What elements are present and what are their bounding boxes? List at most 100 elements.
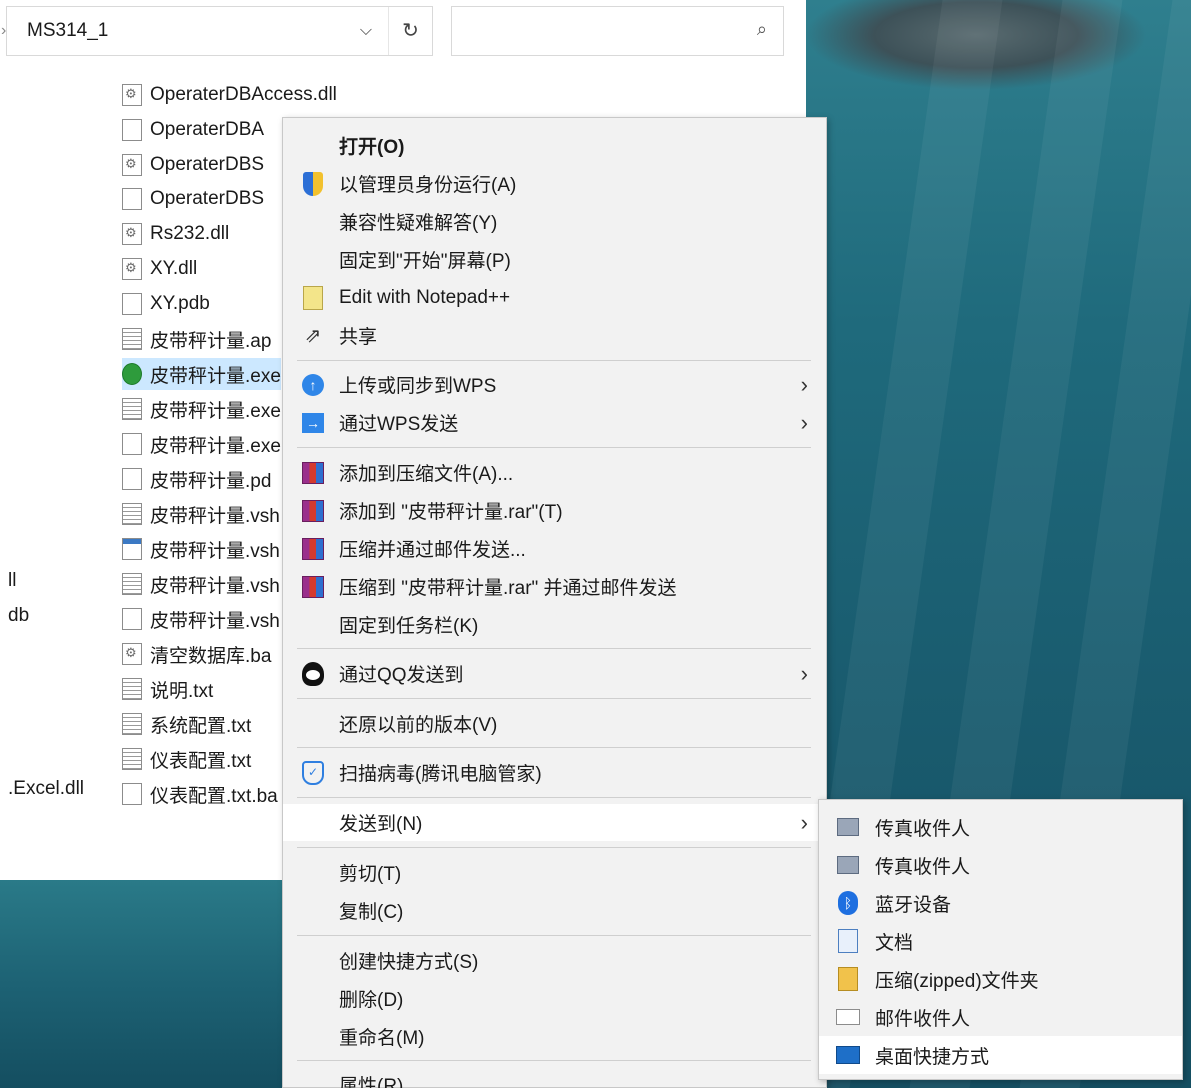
menu-item-copy[interactable]: 复制(C) <box>283 892 826 929</box>
file-name: XY.pdb <box>150 293 210 314</box>
file-item[interactable]: 皮带秤计量.vsh <box>122 603 280 635</box>
file-name: Rs232.dll <box>150 223 230 244</box>
menu-item-compress-mail[interactable]: 压缩并通过邮件发送... <box>283 530 826 567</box>
file-item[interactable]: OperaterDBA <box>122 114 264 146</box>
breadcrumb-separator-icon: › <box>1 22 7 39</box>
menu-separator <box>297 935 811 936</box>
file-item[interactable]: XY.dll <box>122 253 197 285</box>
send-to-mail[interactable]: 邮件收件人 <box>819 998 1182 1036</box>
file-name: 皮带秤计量.exe <box>150 400 281 422</box>
file-item[interactable]: OperaterDBAccess.dll <box>122 79 337 111</box>
file-item[interactable]: 皮带秤计量.vsh <box>122 533 280 565</box>
address-path[interactable]: MS314_1 <box>27 20 344 42</box>
chevron-right-icon: › <box>800 809 808 835</box>
file-item[interactable]: 皮带秤计量.vsh <box>122 568 280 600</box>
file-name: 皮带秤计量.vsh <box>150 505 280 527</box>
file-name-fragment[interactable]: ll <box>8 570 16 592</box>
file-name: 皮带秤计量.vsh <box>150 540 280 562</box>
menu-item-troubleshoot[interactable]: 兼容性疑难解答(Y) <box>283 203 826 240</box>
file-item[interactable]: 皮带秤计量.vsh <box>122 498 280 530</box>
menu-item-restore-versions[interactable]: 还原以前的版本(V) <box>283 705 826 742</box>
menu-item-compress-rar-mail[interactable]: 压缩到 "皮带秤计量.rar" 并通过邮件发送 <box>283 568 826 605</box>
menu-item-properties[interactable]: 属性(R) <box>283 1066 826 1088</box>
send-to-bluetooth[interactable]: ᛒ 蓝牙设备 <box>819 884 1182 922</box>
file-name: OperaterDBS <box>150 188 265 209</box>
file-item[interactable]: Rs232.dll <box>122 218 229 250</box>
menu-item-run-as-admin[interactable]: 以管理员身份运行(A) <box>283 165 826 202</box>
file-name: 清空数据库.ba <box>150 645 272 667</box>
menu-item-delete[interactable]: 删除(D) <box>283 980 826 1017</box>
file-item[interactable]: 仪表配置.txt.ba <box>122 778 278 810</box>
menu-item-label: Edit with Notepad++ <box>339 286 511 308</box>
file-item-selected[interactable]: 皮带秤计量.exe <box>122 358 281 390</box>
file-item[interactable]: 系统配置.txt <box>122 708 251 740</box>
winrar-icon <box>299 459 327 487</box>
file-icon <box>122 433 142 455</box>
menu-item-add-rar[interactable]: 添加到 "皮带秤计量.rar"(T) <box>283 492 826 529</box>
wps-send-icon: → <box>299 409 327 437</box>
file-item[interactable]: XY.pdb <box>122 288 210 320</box>
file-item[interactable]: 皮带秤计量.pd <box>122 463 271 495</box>
file-item[interactable]: 皮带秤计量.exe <box>122 393 281 425</box>
menu-item-pin-start[interactable]: 固定到"开始"屏幕(P) <box>283 241 826 278</box>
file-icon <box>122 293 142 315</box>
fax-icon <box>835 814 861 840</box>
text-file-icon <box>122 573 142 595</box>
text-file-icon <box>122 678 142 700</box>
menu-separator <box>297 847 811 848</box>
menu-item-qq-send[interactable]: 通过QQ发送到 › <box>283 655 826 692</box>
menu-item-wps-send[interactable]: → 通过WPS发送 › <box>283 404 826 441</box>
send-to-zip[interactable]: 压缩(zipped)文件夹 <box>819 960 1182 998</box>
winrar-icon <box>299 573 327 601</box>
address-bar[interactable]: › MS314_1 ⌵ ↻ <box>1 6 433 56</box>
send-to-documents[interactable]: 文档 <box>819 922 1182 960</box>
menu-item-notepad[interactable]: Edit with Notepad++ <box>283 279 826 316</box>
send-to-fax[interactable]: 传真收件人 <box>819 846 1182 884</box>
menu-item-label: 以管理员身份运行(A) <box>339 175 517 196</box>
menu-item-label: 固定到任务栏(K) <box>339 616 479 637</box>
chevron-down-icon[interactable]: ⌵ <box>344 22 388 40</box>
menu-item-cut[interactable]: 剪切(T) <box>283 854 826 891</box>
file-item[interactable]: 清空数据库.ba <box>122 638 271 670</box>
send-to-fax[interactable]: 传真收件人 <box>819 808 1182 846</box>
winrar-icon <box>299 497 327 525</box>
search-icon: ⌕ <box>756 19 767 39</box>
file-icon <box>122 468 142 490</box>
qq-penguin-icon <box>299 660 327 688</box>
menu-item-label: 发送到(N) <box>339 814 423 835</box>
menu-item-add-archive[interactable]: 添加到压缩文件(A)... <box>283 454 826 491</box>
file-item[interactable]: 说明.txt <box>122 673 213 705</box>
menu-item-open[interactable]: 打开(O) <box>283 127 826 164</box>
file-item[interactable]: 皮带秤计量.exe <box>122 428 281 460</box>
context-menu: 打开(O) 以管理员身份运行(A) 兼容性疑难解答(Y) 固定到"开始"屏幕(P… <box>282 117 827 1088</box>
file-name-fragment[interactable]: .Excel.dll <box>8 778 84 800</box>
send-to-desktop[interactable]: 桌面快捷方式 <box>819 1036 1182 1074</box>
menu-item-label: 文档 <box>875 932 914 954</box>
file-name: OperaterDBAccess.dll <box>150 84 337 105</box>
menu-item-rename[interactable]: 重命名(M) <box>283 1018 826 1055</box>
menu-item-pin-taskbar[interactable]: 固定到任务栏(K) <box>283 606 826 643</box>
menu-separator <box>297 797 811 798</box>
file-icon <box>122 119 142 141</box>
refresh-icon[interactable]: ↻ <box>388 7 432 55</box>
file-name-fragment[interactable]: db <box>8 605 29 627</box>
mail-icon <box>835 1004 861 1030</box>
file-icon <box>122 783 142 805</box>
search-input[interactable]: ⌕ <box>451 6 784 56</box>
file-item[interactable]: OperaterDBS <box>122 183 264 215</box>
menu-item-send-to[interactable]: 发送到(N) › <box>283 804 826 841</box>
menu-item-create-shortcut[interactable]: 创建快捷方式(S) <box>283 942 826 979</box>
menu-item-label: 添加到 "皮带秤计量.rar"(T) <box>339 502 563 523</box>
menu-item-share[interactable]: ⇗ 共享 <box>283 317 826 354</box>
file-name: 皮带秤计量.exe <box>150 435 281 457</box>
menu-item-label: 通过QQ发送到 <box>339 665 464 686</box>
menu-item-label: 属性(R) <box>339 1076 404 1088</box>
menu-item-virus-scan[interactable]: ✓ 扫描病毒(腾讯电脑管家) <box>283 754 826 791</box>
menu-item-label: 压缩(zipped)文件夹 <box>875 970 1039 992</box>
file-name: 皮带秤计量.vsh <box>150 610 280 632</box>
menu-item-wps-upload[interactable]: ↑ 上传或同步到WPS › <box>283 366 826 403</box>
file-item[interactable]: 皮带秤计量.ap <box>122 323 271 355</box>
file-item[interactable]: 仪表配置.txt <box>122 743 251 775</box>
file-item[interactable]: OperaterDBS <box>122 149 264 181</box>
menu-item-label: 创建快捷方式(S) <box>339 952 479 973</box>
